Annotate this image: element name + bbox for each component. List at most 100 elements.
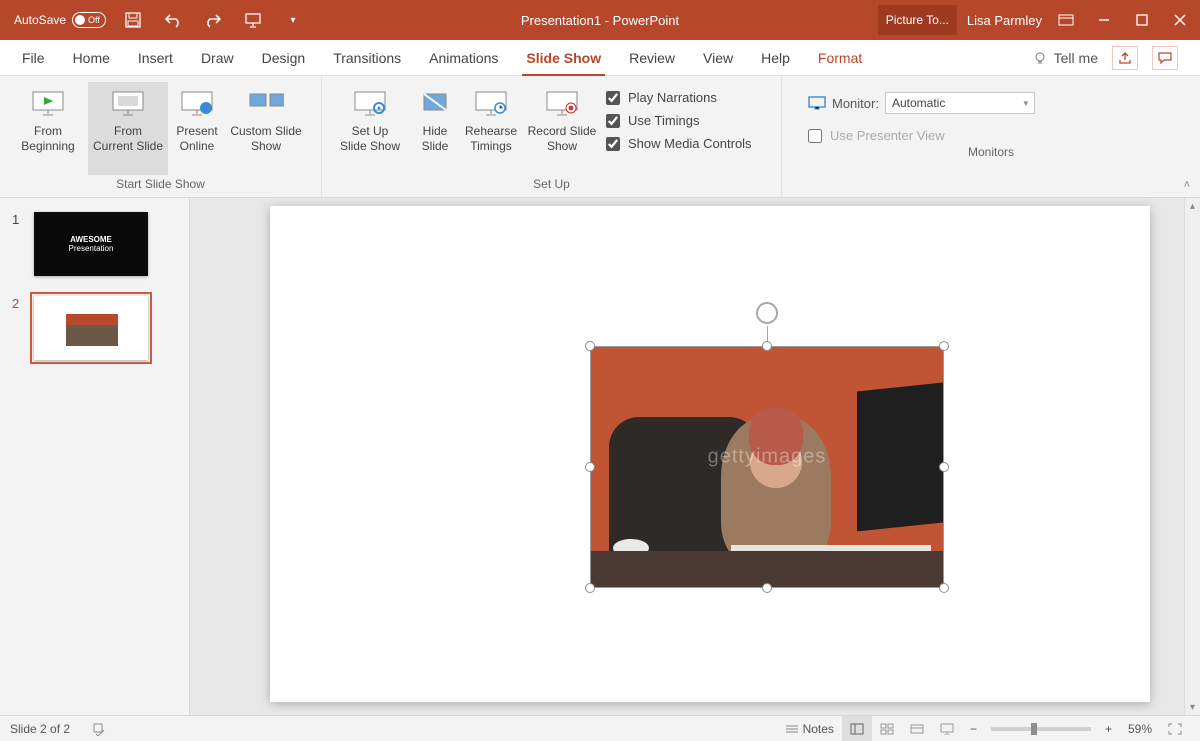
- play-narrations-checkbox[interactable]: [606, 91, 620, 105]
- window-title: Presentation1 - PowerPoint: [521, 13, 679, 28]
- notes-label: Notes: [803, 722, 834, 736]
- resize-handle-n[interactable]: [762, 341, 772, 351]
- set-up-icon: [352, 88, 388, 118]
- tell-me-search[interactable]: Tell me: [1034, 50, 1098, 66]
- resize-handle-w[interactable]: [585, 462, 595, 472]
- present-online-icon: [179, 88, 215, 118]
- slide-sorter-button[interactable]: [872, 716, 902, 741]
- tab-file[interactable]: File: [8, 40, 59, 76]
- zoom-thumb[interactable]: [1031, 723, 1037, 735]
- resize-handle-se[interactable]: [939, 583, 949, 593]
- autosave-toggle[interactable]: AutoSave Off: [14, 12, 106, 28]
- toggle-state: Off: [88, 15, 100, 25]
- rehearse-timings-button[interactable]: Rehearse Timings: [460, 82, 522, 175]
- rehearse-label: Rehearse Timings: [465, 124, 517, 154]
- present-online-label: Present Online: [176, 124, 217, 154]
- slideshow-view-button[interactable]: [932, 716, 962, 741]
- tab-review[interactable]: Review: [615, 40, 689, 76]
- account-name[interactable]: Lisa Parmley: [967, 13, 1042, 28]
- presenter-view-checkbox[interactable]: [808, 129, 822, 143]
- thumb-row-2[interactable]: 2: [12, 296, 177, 360]
- tab-animations[interactable]: Animations: [415, 40, 512, 76]
- ribbon-options-icon[interactable]: [1052, 6, 1080, 34]
- maximize-icon[interactable]: [1128, 6, 1156, 34]
- undo-icon[interactable]: [164, 11, 182, 29]
- custom-slide-show-button[interactable]: Custom Slide Show: [226, 82, 306, 175]
- ribbon-tabs: File Home Insert Draw Design Transitions…: [0, 40, 1200, 76]
- scroll-down-icon[interactable]: ▾: [1185, 699, 1200, 715]
- use-timings-checkbox[interactable]: [606, 114, 620, 128]
- reading-view-button[interactable]: [902, 716, 932, 741]
- tab-transitions[interactable]: Transitions: [319, 40, 415, 76]
- resize-handle-ne[interactable]: [939, 341, 949, 351]
- toggle-switch[interactable]: Off: [72, 12, 106, 28]
- resize-handle-e[interactable]: [939, 462, 949, 472]
- zoom-percent[interactable]: 59%: [1120, 716, 1160, 741]
- vertical-scrollbar[interactable]: ▴ ▾: [1184, 198, 1200, 715]
- record-slide-show-button[interactable]: Record Slide Show: [522, 82, 602, 175]
- slide-canvas-area[interactable]: gettyimages ▴ ▾: [190, 198, 1200, 715]
- minimize-icon[interactable]: [1090, 6, 1118, 34]
- hide-slide-icon: [417, 88, 453, 118]
- thumb1-subtitle: Presentation: [69, 244, 114, 253]
- from-beginning-button[interactable]: From Beginning: [8, 82, 88, 175]
- inserted-picture[interactable]: gettyimages: [590, 346, 944, 588]
- monitor-select[interactable]: Automatic ▾: [885, 92, 1035, 114]
- thumbnail-slide-2[interactable]: [34, 296, 148, 360]
- title-bar: AutoSave Off ▾ Presentation1 - PowerPoin…: [0, 0, 1200, 40]
- redo-icon[interactable]: [204, 11, 222, 29]
- context-tab-picture-tools[interactable]: Picture To...: [878, 5, 957, 35]
- set-up-slide-show-button[interactable]: Set Up Slide Show: [330, 82, 410, 175]
- show-media-checkbox[interactable]: [606, 137, 620, 151]
- qat-dropdown-icon[interactable]: ▾: [284, 11, 302, 29]
- sorter-icon: [880, 723, 894, 735]
- tab-insert[interactable]: Insert: [124, 40, 187, 76]
- tab-home[interactable]: Home: [59, 40, 124, 76]
- resize-handle-sw[interactable]: [585, 583, 595, 593]
- zoom-in-button[interactable]: +: [1097, 716, 1120, 741]
- collapse-ribbon-icon[interactable]: ˄: [1184, 179, 1190, 191]
- from-beginning-label: From Beginning: [21, 124, 74, 154]
- present-online-button[interactable]: Present Online: [168, 82, 226, 175]
- close-icon[interactable]: [1166, 6, 1194, 34]
- group-label-start: Start Slide Show: [8, 175, 313, 195]
- comments-button[interactable]: [1152, 46, 1178, 70]
- thumb-row-1[interactable]: 1 AWESOME Presentation: [12, 212, 177, 276]
- zoom-out-button[interactable]: −: [962, 716, 985, 741]
- notes-button[interactable]: Notes: [777, 716, 842, 741]
- slideshow-icon: [940, 723, 954, 735]
- picture-selection[interactable]: gettyimages: [590, 346, 944, 588]
- spellcheck-button[interactable]: [84, 716, 114, 741]
- from-current-slide-button[interactable]: From Current Slide: [88, 82, 168, 175]
- fit-icon: [1168, 723, 1182, 735]
- zoom-slider[interactable]: [991, 727, 1091, 731]
- title-right: Picture To... Lisa Parmley: [878, 5, 1200, 35]
- present-icon[interactable]: [244, 11, 262, 29]
- thumbnail-slide-1[interactable]: AWESOME Presentation: [34, 212, 148, 276]
- presenter-view-check[interactable]: Use Presenter View: [808, 128, 1182, 143]
- rotation-handle[interactable]: [756, 302, 778, 324]
- play-narrations-check[interactable]: Play Narrations: [606, 90, 752, 105]
- resize-handle-nw[interactable]: [585, 341, 595, 351]
- watermark-text: gettyimages: [708, 446, 827, 469]
- fit-to-window-button[interactable]: [1160, 716, 1190, 741]
- save-icon[interactable]: [124, 11, 142, 29]
- scroll-up-icon[interactable]: ▴: [1185, 198, 1200, 214]
- tab-help[interactable]: Help: [747, 40, 804, 76]
- share-button[interactable]: [1112, 46, 1138, 70]
- resize-handle-s[interactable]: [762, 583, 772, 593]
- tab-slide-show[interactable]: Slide Show: [512, 40, 615, 76]
- pic-desk: [591, 551, 943, 587]
- doc-title: Presentation1: [521, 13, 601, 28]
- slide-canvas[interactable]: gettyimages: [270, 206, 1150, 702]
- show-media-check[interactable]: Show Media Controls: [606, 136, 752, 151]
- tab-draw[interactable]: Draw: [187, 40, 248, 76]
- tab-format[interactable]: Format: [804, 40, 876, 76]
- tab-design[interactable]: Design: [248, 40, 320, 76]
- hide-slide-button[interactable]: Hide Slide: [410, 82, 460, 175]
- normal-view-button[interactable]: [842, 716, 872, 741]
- thumb2-image: [66, 314, 118, 346]
- slide-indicator[interactable]: Slide 2 of 2: [10, 722, 70, 736]
- use-timings-check[interactable]: Use Timings: [606, 113, 752, 128]
- tab-view[interactable]: View: [689, 40, 747, 76]
